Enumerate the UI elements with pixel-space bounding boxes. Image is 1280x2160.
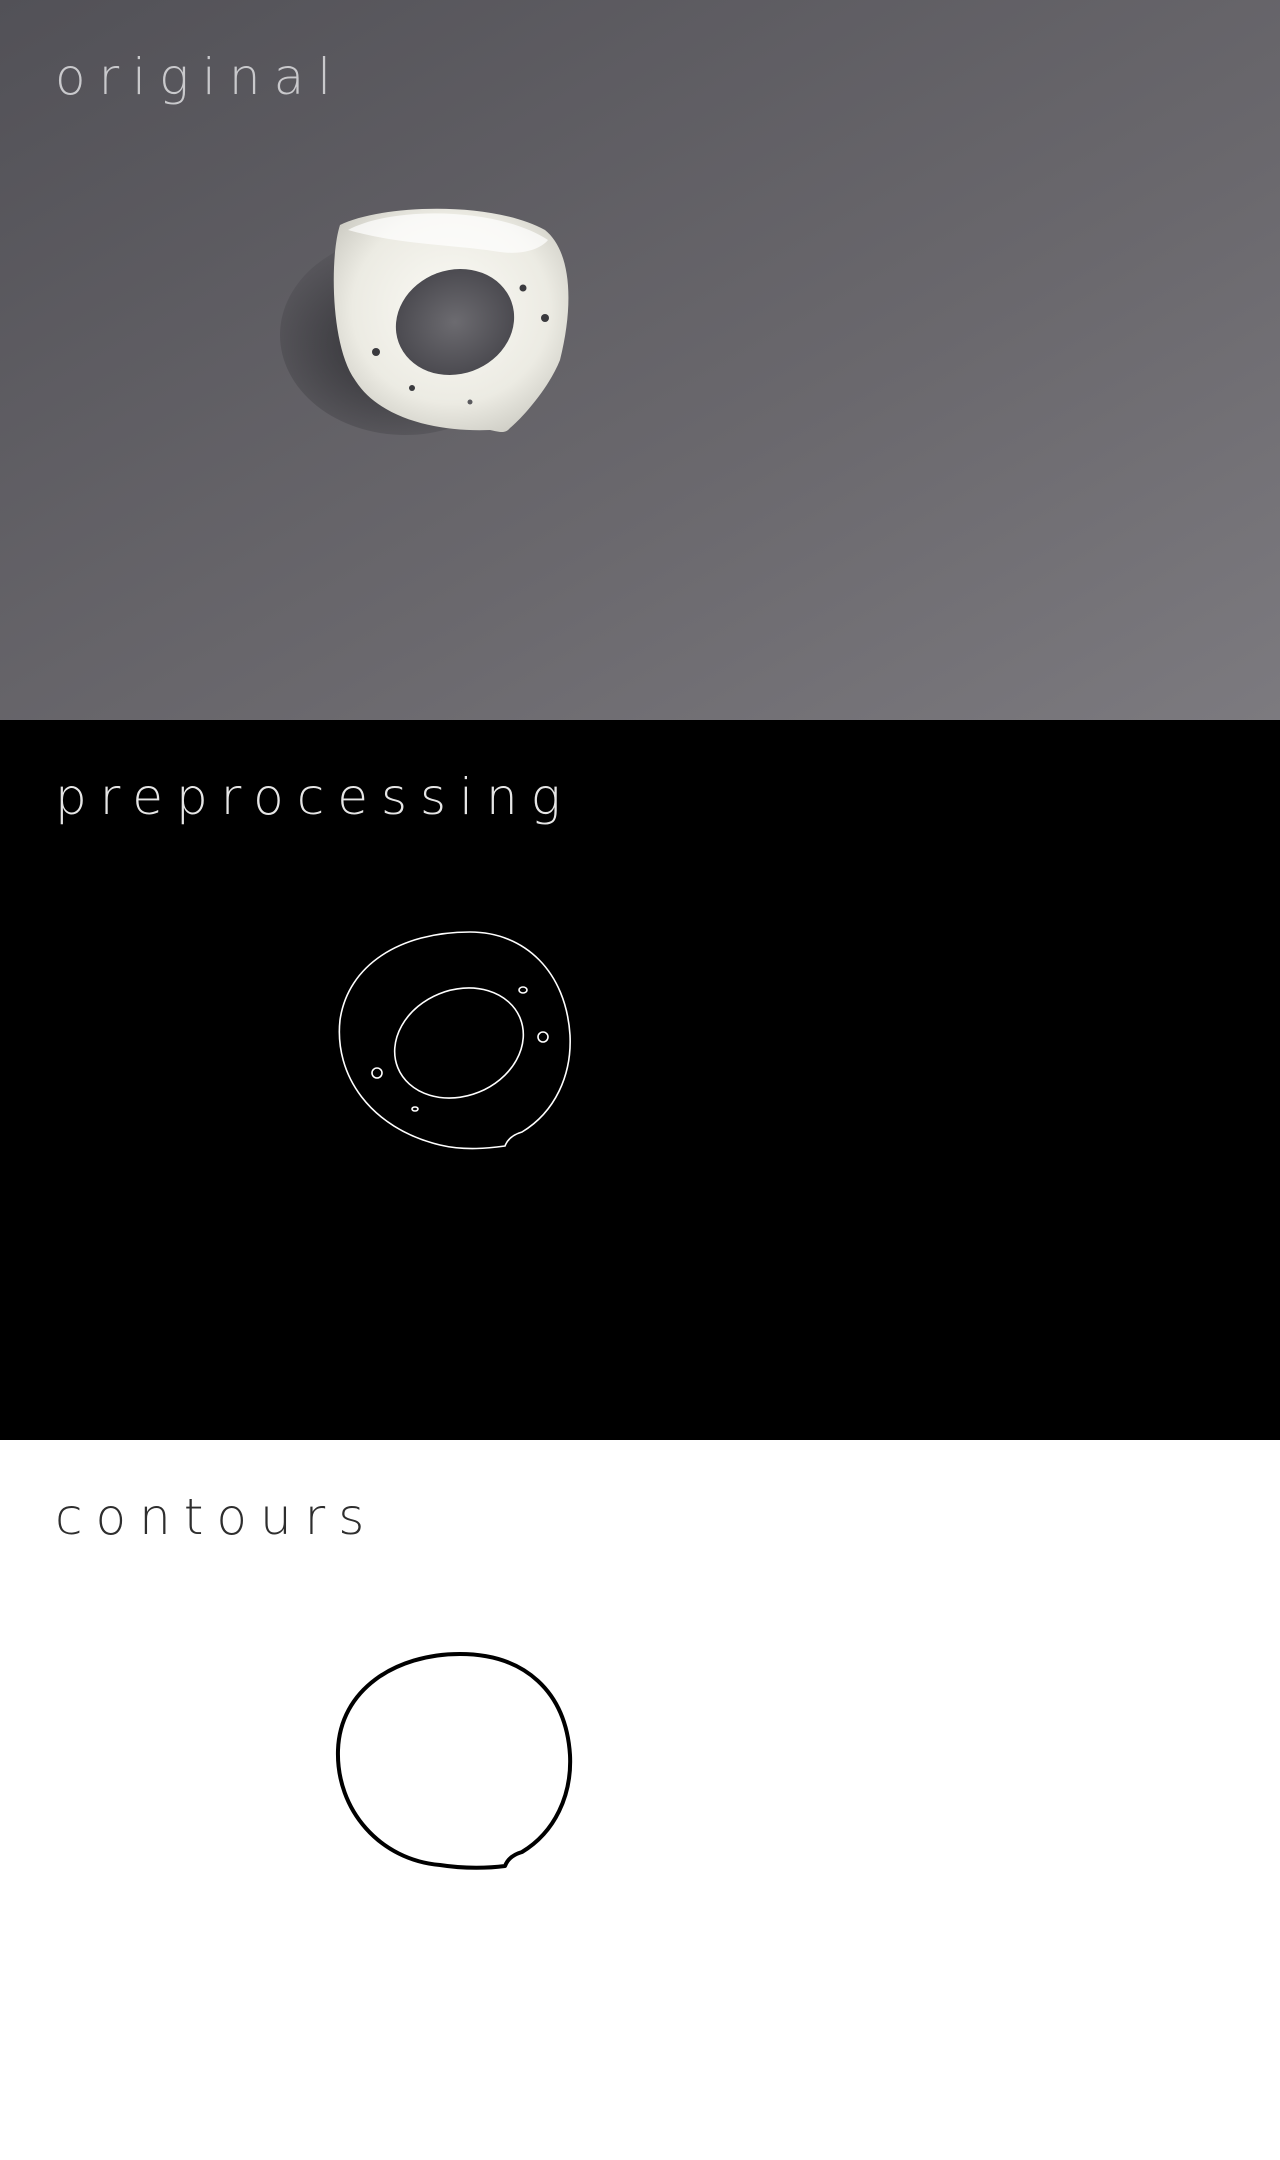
contours-panel: contours xyxy=(0,1440,1280,2160)
original-photo xyxy=(0,0,1280,720)
edge-lines xyxy=(338,931,571,1150)
panel-label-contours: contours xyxy=(55,1488,378,1546)
original-panel: original xyxy=(0,0,1280,720)
outer-contour xyxy=(335,1652,573,1870)
preprocessing-panel: preprocessing xyxy=(0,720,1280,1440)
panel-label-preprocessing: preprocessing xyxy=(55,768,574,826)
panel-label-original: original xyxy=(55,48,345,106)
edge-map xyxy=(338,931,571,1150)
contour-map xyxy=(335,1652,573,1870)
